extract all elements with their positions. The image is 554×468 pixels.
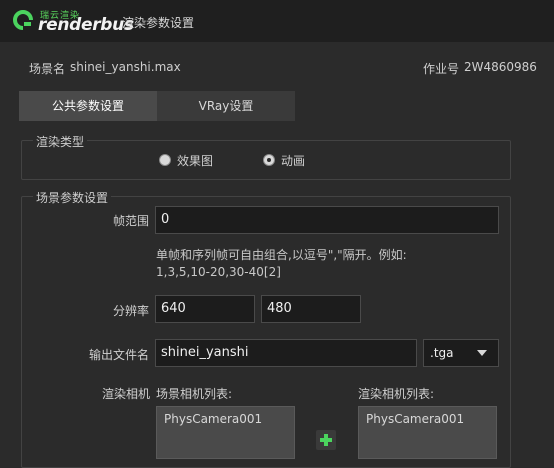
plus-icon-stroke [324, 434, 328, 446]
output-format-select[interactable]: .tga [423, 339, 499, 367]
render-cameras-list[interactable]: PhysCamera001 [358, 406, 497, 459]
renderbus-logo-icon [13, 10, 34, 31]
frame-range-input[interactable]: 0 [155, 206, 499, 234]
list-item[interactable]: PhysCamera001 [366, 412, 464, 426]
radio-still-image[interactable] [159, 154, 171, 166]
resolution-label: 分辨率 [113, 304, 150, 318]
job-info-row: 场景名 shinei_yanshi.max 作业号 2W4860986 [0, 58, 554, 78]
brand-name: renderbus [38, 15, 134, 35]
output-format-value: .tga [430, 346, 454, 360]
radio-still-image-label[interactable]: 效果图 [177, 152, 213, 169]
add-camera-button[interactable] [316, 430, 336, 450]
scene-name-value: shinei_yanshi.max [70, 60, 181, 74]
resolution-height-input[interactable]: 480 [261, 295, 361, 323]
tab-vray-settings[interactable]: VRay设置 [157, 91, 295, 121]
output-filename-input[interactable]: shinei_yanshi [155, 339, 417, 367]
radio-animation-label[interactable]: 动画 [281, 152, 305, 169]
tab-common-params[interactable]: 公共参数设置 [19, 91, 157, 121]
scene-params-title: 场景参数设置 [33, 189, 112, 206]
title-bar[interactable]: 瑞云渲染 renderbus 渲染参数设置 [0, 0, 554, 42]
frame-range-hint: 单帧和序列帧可自由组合,以逗号","隔开。例如: [156, 248, 407, 262]
radio-animation[interactable] [263, 154, 275, 166]
job-number-value: 2W4860986 [464, 60, 537, 74]
scene-name-label: 场景名 [29, 62, 66, 76]
list-item[interactable]: PhysCamera001 [164, 412, 262, 426]
render-camera-label: 渲染相机 [102, 387, 151, 401]
render-cameras-label: 渲染相机列表: [358, 387, 435, 401]
output-filename-label: 输出文件名 [89, 348, 150, 362]
chevron-down-icon [477, 350, 487, 356]
frame-range-example: 1,3,5,10-20,30-40[2] [156, 265, 281, 279]
resolution-width-input[interactable]: 640 [155, 295, 255, 323]
window-title: 渲染参数设置 [122, 16, 195, 30]
job-number-label: 作业号 [423, 62, 460, 76]
render-type-title: 渲染类型 [33, 133, 88, 150]
settings-tabs: 公共参数设置 VRay设置 [19, 91, 295, 121]
scene-cameras-list[interactable]: PhysCamera001 [156, 406, 295, 459]
frame-range-label: 帧范围 [113, 214, 150, 228]
scene-cameras-label: 场景相机列表: [156, 387, 233, 401]
